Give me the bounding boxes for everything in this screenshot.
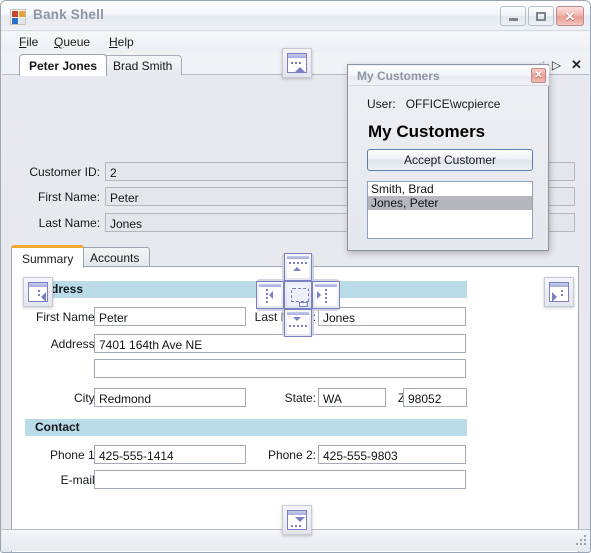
contact-section-header: Contact (25, 419, 467, 436)
dock-guide-diamond (256, 253, 340, 337)
menu-item-queue[interactable]: Queue (47, 34, 97, 50)
dock-center-right[interactable] (312, 281, 340, 309)
tab-accounts[interactable]: Accounts (79, 247, 151, 268)
phone1-label: Phone 1: (49, 448, 98, 462)
tab-brad-smith-label: Brad Smith (113, 59, 173, 73)
close-icon: ✕ (564, 8, 576, 24)
customer-listbox[interactable]: Smith, Brad Jones, Peter (367, 181, 533, 239)
dock-guide-bottom[interactable] (282, 505, 312, 535)
dock-center-bottom[interactable] (284, 309, 312, 337)
dock-center-left[interactable] (256, 281, 284, 309)
window-title: Bank Shell (33, 7, 105, 22)
address-first-name-label: First Name: (35, 310, 98, 324)
title-bar: Bank Shell ✕ (1, 1, 590, 31)
dialog-user-line: User: OFFICE\wcpierce (367, 97, 500, 111)
dock-guide-left[interactable] (23, 277, 53, 307)
city-input[interactable]: Redmond (94, 388, 246, 407)
dialog-title-bar: My Customers ✕ (349, 66, 549, 86)
dialog-close-button[interactable]: ✕ (531, 68, 546, 83)
menu-item-help[interactable]: Help (102, 34, 141, 50)
dialog-user-value: OFFICE\wcpierce (405, 97, 501, 111)
resize-grip[interactable] (574, 535, 588, 549)
tab-summary-label: Summary (22, 252, 74, 266)
accept-customer-button-label: Accept Customer (403, 153, 497, 167)
maximize-button[interactable] (528, 6, 554, 26)
dock-guide-top[interactable] (282, 48, 312, 78)
tab-brad-smith[interactable]: Brad Smith (103, 55, 183, 75)
city-label: City: (74, 391, 98, 405)
phone2-input[interactable]: 425-555-9803 (318, 445, 466, 464)
dialog-user-label: User: (367, 97, 396, 111)
tab-close-icon[interactable]: ✕ (569, 57, 584, 72)
dialog-title-text: My Customers (357, 69, 440, 83)
phone2-label: Phone 2: (267, 448, 316, 462)
state-input[interactable]: WA (318, 388, 386, 407)
menu-item-queue-label: Queue (54, 35, 91, 49)
phone1-input[interactable]: 425-555-1414 (94, 445, 246, 464)
close-window-button[interactable]: ✕ (556, 6, 584, 26)
last-name-label: Last Name: (38, 216, 100, 230)
address-label: Address: (50, 337, 98, 351)
tab-peter-jones[interactable]: Peter Jones (19, 54, 108, 76)
accept-customer-button[interactable]: Accept Customer (367, 149, 533, 171)
tab-next-icon[interactable]: ▷ (549, 57, 564, 72)
dock-center-center[interactable] (284, 281, 312, 309)
address-first-name-input[interactable]: Peter (94, 307, 246, 326)
address-line2-input[interactable] (94, 359, 466, 378)
tab-peter-jones-label: Peter Jones (29, 59, 98, 73)
customer-id-label: Customer ID: (29, 165, 100, 179)
dock-guide-right[interactable] (544, 277, 574, 307)
dock-center-top[interactable] (284, 253, 312, 281)
email-input[interactable] (94, 470, 466, 489)
state-label: State: (284, 391, 316, 405)
tab-summary[interactable]: Summary (11, 245, 85, 268)
minimize-button[interactable] (500, 6, 526, 26)
my-customers-dialog: My Customers ✕ User: OFFICE\wcpierce My … (347, 64, 549, 251)
bank-shell-window: Bank Shell ✕ File Queue Help Peter Jones… (0, 0, 591, 553)
list-item[interactable]: Jones, Peter (368, 196, 532, 210)
first-name-label: First Name: (37, 190, 100, 204)
menu-item-help-label: Help (109, 35, 134, 49)
list-item[interactable]: Smith, Brad (368, 182, 532, 196)
address-last-name-input[interactable]: Jones (318, 307, 466, 326)
menu-item-file-label: File (19, 35, 39, 49)
zip-input[interactable]: 98052 (403, 388, 467, 407)
app-icon (10, 9, 26, 25)
dialog-heading: My Customers (368, 122, 486, 141)
menu-item-file[interactable]: File (12, 34, 45, 50)
tab-accounts-label: Accounts (90, 251, 140, 265)
email-label: E-mail: (60, 473, 98, 487)
address-section-header: Address (25, 281, 467, 298)
